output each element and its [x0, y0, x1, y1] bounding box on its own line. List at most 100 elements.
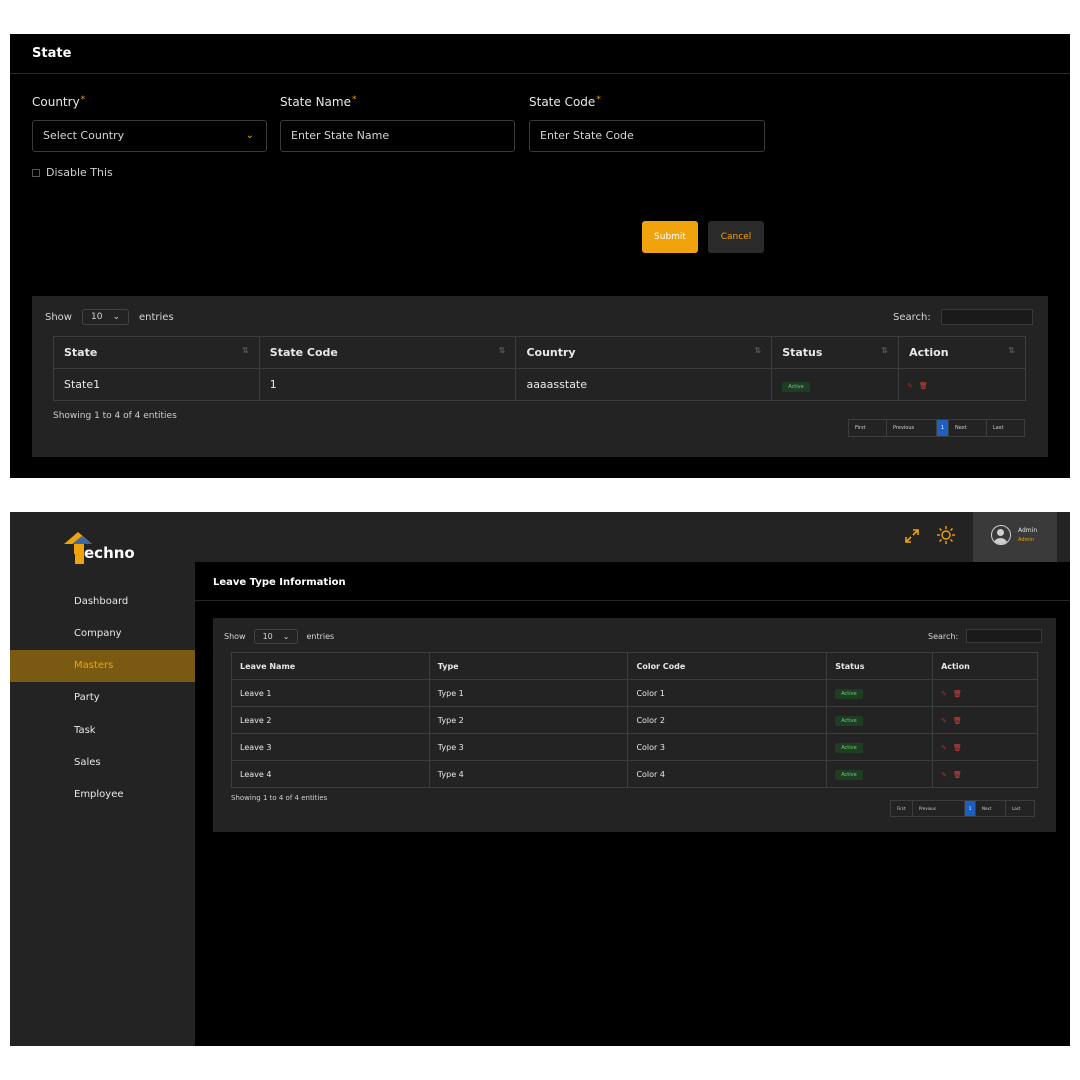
disable-checkbox-row[interactable]: Disable This — [32, 166, 113, 179]
user-name: Admin — [1018, 527, 1038, 534]
status-badge[interactable]: Active — [835, 769, 863, 780]
pager-last[interactable]: Last — [1006, 801, 1034, 816]
pager-previous[interactable]: Previous — [913, 801, 965, 816]
sidebar-item-company[interactable]: Company — [10, 618, 195, 650]
pager-first[interactable]: First — [891, 801, 913, 816]
showing-info: Showing 1 to 4 of 4 entities — [231, 794, 328, 802]
cell-leave-name: Leave 2 — [231, 706, 430, 734]
delete-icon[interactable]: 🗑 — [953, 771, 962, 779]
section-title: Leave Type Information — [213, 577, 346, 588]
pagination: First Previous 1 Next Last — [848, 419, 1025, 437]
cell-leave-name: Leave 3 — [231, 733, 430, 761]
sort-icon[interactable]: ⇅ — [881, 346, 888, 355]
table-row: Leave 4 Type 4 Color 4 Active ✎ 🗑 — [231, 760, 1038, 788]
state-name-input[interactable]: Enter State Name — [280, 120, 515, 152]
state-table: State ⇅ State Code ⇅ Country ⇅ Status ⇅ Acti… — [53, 336, 1026, 401]
pager-current[interactable]: 1 — [965, 801, 976, 816]
status-badge[interactable]: Active — [782, 381, 810, 392]
edit-icon[interactable]: ✎ — [941, 744, 947, 752]
user-role: Admin — [1018, 537, 1034, 543]
delete-icon[interactable]: 🗑 — [953, 690, 962, 698]
cell-leave-name: Leave 1 — [231, 679, 430, 707]
column-header-color-code[interactable]: Color Code — [627, 652, 828, 680]
sidebar-item-dashboard[interactable]: Dashboard — [10, 586, 195, 618]
delete-icon[interactable]: 🗑 — [919, 382, 928, 390]
edit-icon[interactable]: ✎ — [941, 771, 947, 779]
state-table-card: Show 10 ⌄ entries Search: State ⇅ State Co… — [32, 296, 1048, 457]
state-panel: State Country* Select Country ⌄ State Na… — [10, 34, 1070, 478]
search-area: Search: — [928, 629, 1043, 643]
search-input[interactable] — [940, 309, 1033, 325]
avatar — [991, 525, 1011, 545]
pager-first[interactable]: First — [849, 420, 887, 436]
state-code-label: State Code* — [529, 95, 601, 109]
sidebar-item-party[interactable]: Party — [10, 682, 195, 714]
expand-icon[interactable] — [905, 528, 919, 547]
column-header-action[interactable]: Action ⇅ — [898, 336, 1026, 369]
sort-icon[interactable]: ⇅ — [499, 346, 506, 355]
sort-icon[interactable]: ⇅ — [242, 346, 249, 355]
pager-last[interactable]: Last — [987, 420, 1024, 436]
column-header-state-code[interactable]: State Code ⇅ — [258, 336, 517, 369]
user-menu[interactable]: Admin Admin — [973, 512, 1057, 562]
sort-icon[interactable]: ⇅ — [1008, 346, 1015, 355]
delete-icon[interactable]: 🗑 — [953, 744, 962, 752]
sidebar-item-employee[interactable]: Employee — [10, 779, 195, 811]
cell-action: ✎ 🗑 — [932, 733, 1038, 761]
table-row: State1 1 aaaasstate Active ✎ 🗑 — [53, 368, 1026, 401]
show-entries: Show 10 ⌄ entries — [45, 309, 174, 325]
cancel-button[interactable]: Cancel — [708, 221, 764, 253]
leave-type-panel: echno Dashboard Company Masters Party Ta… — [10, 512, 1070, 1046]
edit-icon[interactable]: ✎ — [907, 382, 913, 390]
cell-color-code: Color 2 — [627, 706, 828, 734]
edit-icon[interactable]: ✎ — [941, 690, 947, 698]
pager-previous[interactable]: Previous — [887, 420, 937, 436]
edit-icon[interactable]: ✎ — [941, 717, 947, 725]
status-badge[interactable]: Active — [835, 742, 863, 753]
sort-icon[interactable]: ⇅ — [754, 346, 761, 355]
cell-state-code: 1 — [258, 368, 517, 401]
cell-status: Active — [826, 679, 934, 707]
cell-action: ✎ 🗑 — [932, 706, 1038, 734]
cell-action: ✎ 🗑 — [932, 760, 1038, 788]
cell-action: ✎ 🗑 — [898, 368, 1026, 401]
chevron-down-icon: ⌄ — [245, 130, 254, 141]
page-title: State — [32, 46, 72, 61]
column-header-type[interactable]: Type — [428, 652, 629, 680]
cell-color-code: Color 1 — [627, 679, 828, 707]
cell-leave-name: Leave 4 — [231, 760, 430, 788]
entries-select[interactable]: 10 ⌄ — [253, 629, 299, 644]
state-code-input[interactable]: Enter State Code — [529, 120, 765, 152]
status-badge[interactable]: Active — [835, 715, 863, 726]
pager-next[interactable]: Next — [976, 801, 1006, 816]
column-header-status[interactable]: Status — [826, 652, 934, 680]
cell-state: State1 — [53, 368, 260, 401]
pager-next[interactable]: Next — [949, 420, 987, 436]
cell-status: Active — [826, 706, 934, 734]
submit-button[interactable]: Submit — [642, 221, 698, 253]
column-header-leave-name[interactable]: Leave Name — [231, 652, 430, 680]
sun-icon[interactable] — [937, 526, 955, 548]
column-header-status[interactable]: Status ⇅ — [771, 336, 900, 369]
logo-text: echno — [84, 544, 135, 562]
column-header-state[interactable]: State ⇅ — [53, 336, 260, 369]
table-row: Leave 2 Type 2 Color 2 Active ✎ 🗑 — [231, 706, 1038, 734]
delete-icon[interactable]: 🗑 — [953, 717, 962, 725]
cell-status: Active — [826, 760, 934, 788]
country-select[interactable]: Select Country ⌄ — [32, 120, 267, 152]
pager-current[interactable]: 1 — [937, 420, 949, 436]
search-input[interactable] — [966, 629, 1043, 643]
leave-table: Leave Name Type Color Code Status Action… — [231, 652, 1038, 788]
status-badge[interactable]: Active — [835, 688, 863, 699]
column-header-action[interactable]: Action — [932, 652, 1038, 680]
disable-checkbox[interactable] — [32, 168, 40, 177]
cell-status: Active — [771, 368, 900, 401]
cell-type: Type 1 — [428, 679, 629, 707]
title-divider — [10, 73, 1070, 74]
column-header-country[interactable]: Country ⇅ — [515, 336, 773, 369]
sidebar-item-masters[interactable]: Masters — [10, 650, 195, 682]
sidebar-item-sales[interactable]: Sales — [10, 747, 195, 779]
table-row: Leave 1 Type 1 Color 1 Active ✎ 🗑 — [231, 679, 1038, 707]
sidebar-item-task[interactable]: Task — [10, 715, 195, 747]
entries-select[interactable]: 10 ⌄ — [81, 309, 129, 325]
